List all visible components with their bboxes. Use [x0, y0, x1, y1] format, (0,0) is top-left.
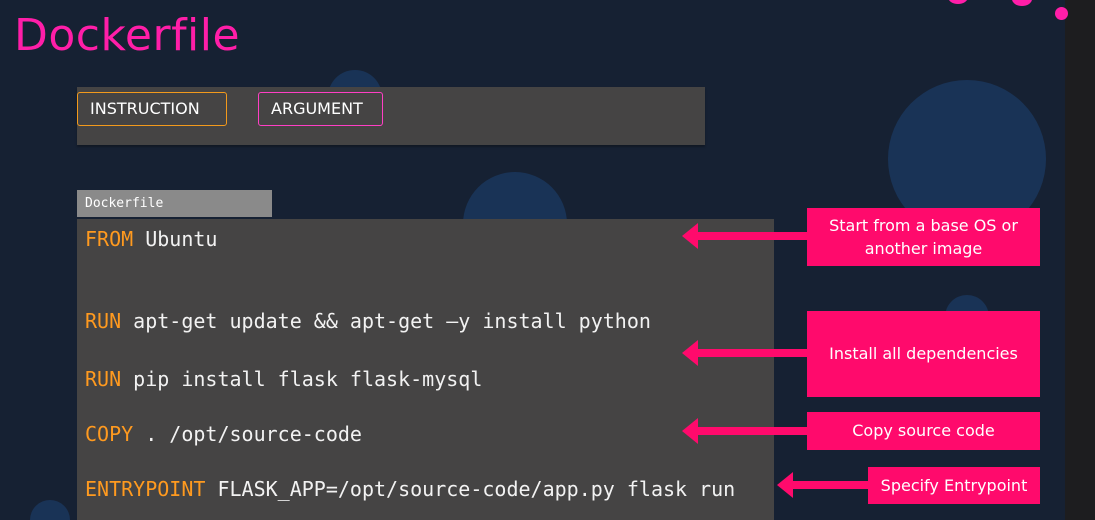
decor-dot — [1055, 7, 1068, 20]
instruction-argument: FLASK_APP=/opt/source-code/app.py flask … — [205, 477, 736, 501]
code-line: RUN pip install flask flask-mysql — [85, 367, 482, 391]
editor-file-tab[interactable]: Dockerfile — [77, 190, 272, 217]
instruction-keyword: FROM — [85, 227, 134, 251]
instruction-argument: Ubuntu — [133, 227, 218, 251]
code-line: FROM Ubuntu — [85, 227, 217, 251]
instruction-argument: apt-get update && apt-get –y install pyt… — [121, 309, 651, 333]
callout-base-image: Start from a base OS or another image — [807, 208, 1040, 266]
decor-dot — [1012, 0, 1032, 6]
argument-legend-label: ARGUMENT — [258, 92, 383, 126]
code-line: ENTRYPOINT FLASK_APP=/opt/source-code/ap… — [85, 477, 735, 501]
code-line: COPY . /opt/source-code — [85, 422, 362, 446]
decor-dot — [948, 0, 968, 4]
callout-arrow — [777, 472, 869, 498]
callout-arrow — [682, 340, 808, 366]
callout-entrypoint: Specify Entrypoint — [868, 467, 1040, 504]
instruction-keyword: ENTRYPOINT — [85, 477, 206, 501]
syntax-legend: INSTRUCTION ARGUMENT — [77, 87, 705, 145]
callout-copy-source: Copy source code — [807, 412, 1040, 450]
code-line: RUN apt-get update && apt-get –y install… — [85, 309, 651, 333]
decor-circle — [30, 500, 70, 520]
instruction-legend-label: INSTRUCTION — [77, 92, 227, 126]
instruction-argument: pip install flask flask-mysql — [121, 367, 483, 391]
callout-dependencies: Install all dependencies — [807, 311, 1040, 397]
callout-arrow — [682, 418, 820, 444]
instruction-argument: . /opt/source-code — [133, 422, 362, 446]
instruction-keyword: RUN — [85, 309, 122, 333]
callout-arrow — [682, 223, 808, 249]
right-edge-strip — [1065, 0, 1095, 520]
instruction-keyword: COPY — [85, 422, 134, 446]
instruction-keyword: RUN — [85, 367, 122, 391]
code-editor: FROM Ubuntu RUN apt-get update && apt-ge… — [77, 219, 774, 520]
slide-title: Dockerfile — [14, 10, 241, 61]
